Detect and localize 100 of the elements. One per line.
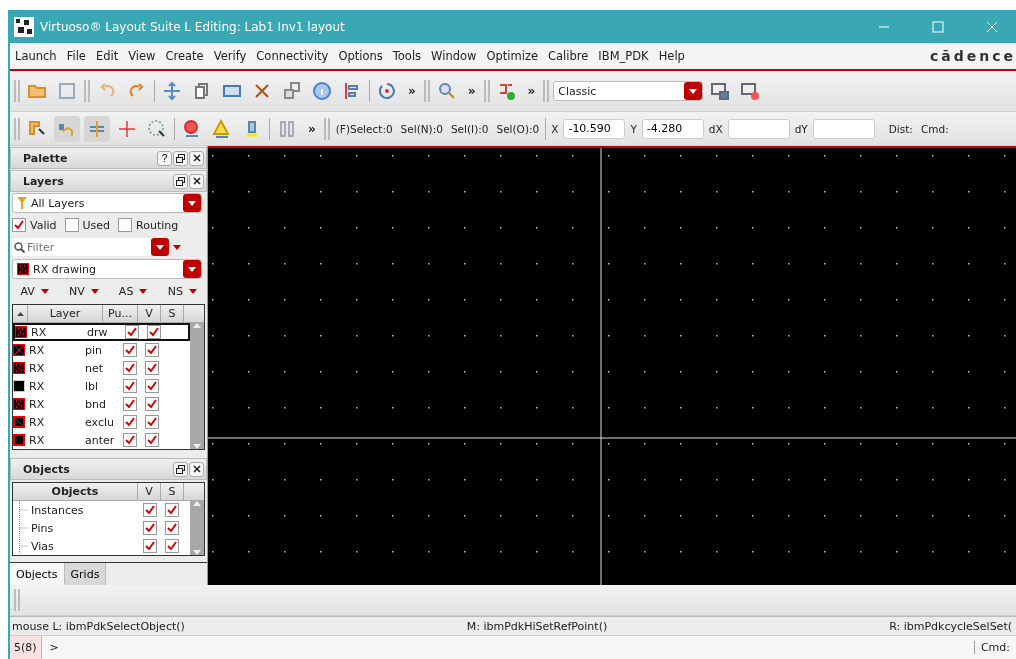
visibility-menu[interactable]: NS — [167, 284, 183, 298]
caret-icon[interactable] — [189, 288, 197, 294]
panel-tab[interactable]: Grids — [64, 563, 107, 585]
column-header[interactable]: Objects — [13, 483, 138, 500]
menu-item[interactable]: Connectivity — [251, 49, 334, 63]
dropdown-caret-icon[interactable] — [183, 260, 201, 278]
checkbox[interactable] — [145, 361, 159, 375]
checkbox[interactable] — [145, 343, 159, 357]
toolbar-grip[interactable] — [423, 80, 430, 102]
toolbar-grip[interactable] — [14, 117, 20, 140]
menu-item[interactable]: IBM_PDK — [593, 49, 654, 63]
workspace-select[interactable]: Classic — [553, 81, 704, 101]
checkbox[interactable] — [123, 343, 137, 357]
checkbox[interactable] — [147, 325, 161, 339]
layer-row[interactable]: RX bnd — [13, 395, 190, 413]
dropdown-caret-icon[interactable] — [151, 238, 169, 256]
menu-item[interactable]: Tools — [387, 49, 427, 63]
checkbox[interactable] — [145, 433, 159, 447]
column-header[interactable]: Layer — [28, 305, 103, 322]
caret-icon[interactable] — [173, 244, 181, 250]
coordinate-field[interactable]: -4.280 — [641, 118, 704, 139]
command-prompt[interactable]: > — [41, 641, 974, 654]
tree-item[interactable]: Pins — [31, 521, 54, 535]
caret-icon[interactable] — [139, 288, 148, 294]
close-button[interactable] — [189, 150, 204, 166]
toolbar-overflow-button[interactable]: » — [304, 121, 320, 136]
table-cell-text: RX — [31, 325, 48, 339]
checkbox[interactable] — [12, 218, 26, 232]
coordinate-field[interactable] — [727, 118, 790, 139]
checkbox[interactable] — [118, 218, 133, 232]
checkbox[interactable] — [143, 503, 157, 517]
checkbox[interactable] — [145, 397, 159, 411]
layer-row[interactable]: RX exclu — [13, 413, 190, 431]
toolbar-grip[interactable] — [543, 80, 550, 102]
column-header[interactable]: V — [138, 305, 161, 322]
dropdown-caret-icon[interactable] — [183, 194, 201, 212]
visibility-menu[interactable]: AV — [20, 284, 35, 298]
menu-item[interactable]: Options — [333, 49, 388, 63]
menu-item[interactable]: Launch — [10, 49, 62, 63]
layer-filter-select[interactable]: All Layers — [12, 193, 202, 213]
checkbox[interactable] — [143, 539, 157, 553]
menu-item[interactable]: Edit — [90, 49, 124, 63]
coordinate-field[interactable] — [812, 118, 875, 139]
toolbar-grip[interactable] — [14, 589, 20, 611]
checkbox[interactable] — [123, 415, 137, 429]
undock-button[interactable] — [173, 461, 188, 477]
visibility-menu[interactable]: AS — [118, 284, 134, 298]
checkbox[interactable] — [123, 397, 137, 411]
toolbar-overflow-button[interactable]: » — [463, 84, 480, 98]
panel-tab[interactable]: Objects — [10, 563, 65, 585]
checkbox[interactable] — [123, 361, 137, 375]
menu-item[interactable]: View — [123, 49, 161, 63]
toolbar-grip[interactable] — [483, 80, 490, 102]
checkbox[interactable] — [123, 379, 137, 393]
checkbox[interactable] — [165, 539, 179, 553]
caret-icon[interactable] — [40, 288, 49, 294]
column-header[interactable]: Pu... — [103, 305, 138, 322]
menu-item[interactable]: Window — [426, 49, 482, 63]
undock-button[interactable] — [173, 173, 188, 189]
toolbar-grip[interactable] — [323, 117, 330, 140]
checkbox[interactable] — [145, 415, 159, 429]
tree-item[interactable]: Vias — [31, 539, 54, 553]
undock-button[interactable] — [173, 150, 188, 166]
checkbox[interactable] — [145, 379, 159, 393]
toolbar-grip[interactable] — [14, 80, 20, 102]
layer-row[interactable]: RX pin — [13, 341, 190, 359]
menu-item[interactable]: File — [61, 49, 91, 63]
close-button[interactable] — [189, 173, 204, 189]
layers-stack-icon[interactable] — [84, 115, 110, 142]
help-button[interactable]: ? — [157, 150, 172, 166]
tree-item[interactable]: Instances — [31, 503, 84, 517]
visibility-menu[interactable]: NV — [69, 284, 85, 298]
checkbox[interactable] — [123, 433, 137, 447]
menu-item[interactable]: Optimize — [481, 49, 544, 63]
column-header[interactable]: V — [138, 483, 161, 500]
menu-item[interactable]: Create — [160, 49, 209, 63]
menu-item[interactable]: Help — [653, 49, 690, 63]
toolbar-overflow-button[interactable]: » — [523, 84, 540, 98]
checkbox[interactable] — [165, 503, 179, 517]
filter-field[interactable]: Filter — [12, 238, 169, 256]
column-header[interactable]: S — [161, 305, 184, 322]
layer-row[interactable]: RX drw — [13, 323, 190, 341]
toolbar-grip[interactable] — [84, 80, 90, 102]
coordinate-field[interactable]: -10.590 — [563, 118, 626, 139]
dropdown-caret-icon[interactable] — [684, 82, 703, 100]
checkbox[interactable] — [125, 325, 139, 339]
toolbar-overflow-button[interactable]: » — [404, 84, 420, 98]
current-layer-select[interactable]: RX drawing — [12, 259, 202, 279]
caret-icon[interactable] — [90, 288, 99, 294]
column-header[interactable]: S — [161, 483, 184, 500]
close-button[interactable] — [189, 461, 204, 477]
menu-item[interactable]: Verify — [208, 49, 252, 63]
route-icon[interactable] — [54, 115, 80, 142]
checkbox[interactable] — [143, 521, 157, 535]
menu-item[interactable]: Calibre — [543, 49, 594, 63]
layer-row[interactable]: RX anter — [13, 431, 190, 449]
checkbox[interactable] — [64, 218, 79, 232]
layer-row[interactable]: RX lbl — [13, 377, 190, 395]
layer-row[interactable]: RX net — [13, 359, 190, 377]
checkbox[interactable] — [165, 521, 179, 535]
